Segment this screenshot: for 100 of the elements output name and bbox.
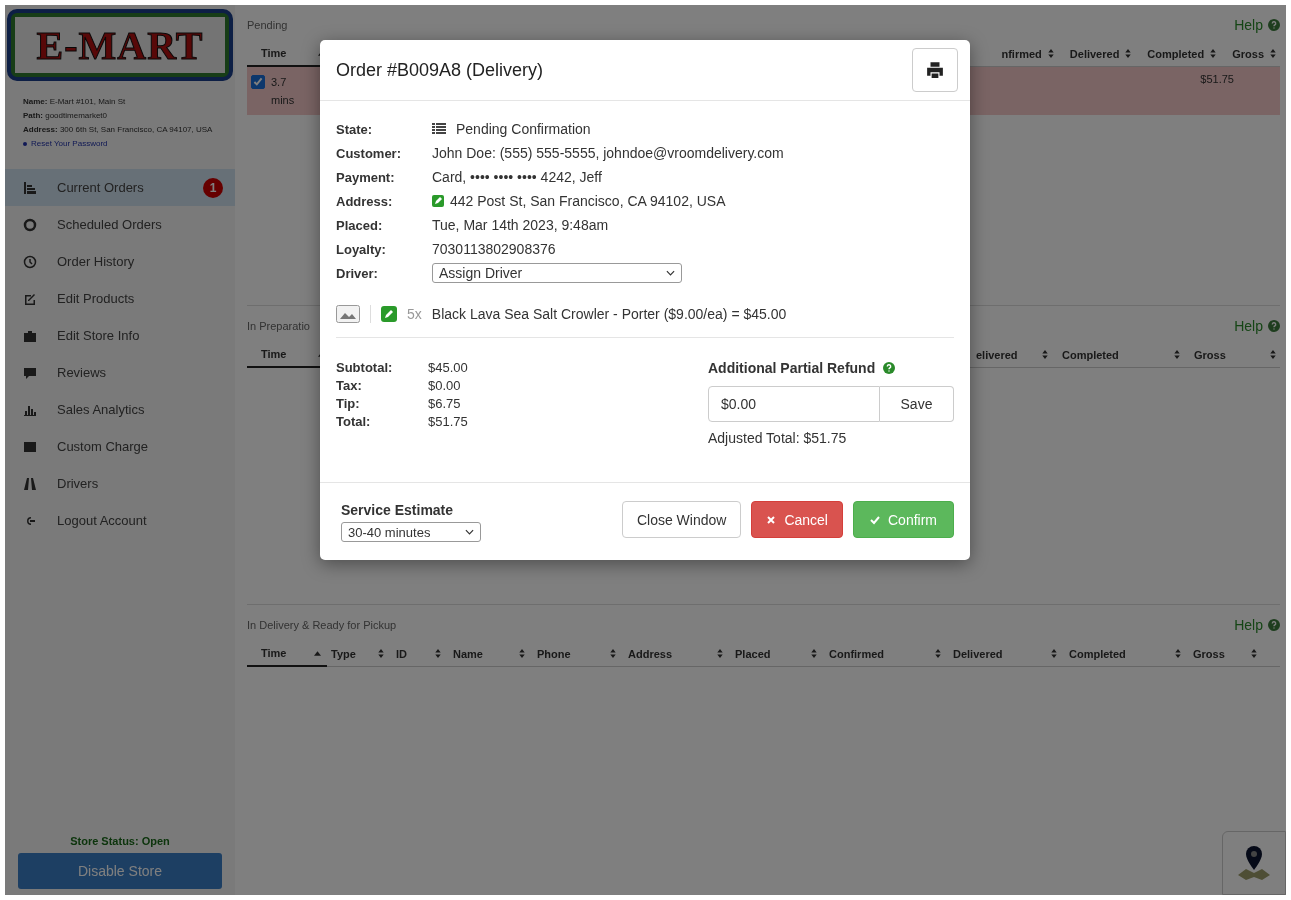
briefcase-icon [23, 328, 37, 343]
total-value: $6.75 [428, 396, 462, 411]
column-header[interactable]: Placed [735, 639, 825, 666]
sidebar-item[interactable]: Edit Store Info [5, 317, 235, 354]
table-cell-text: 3.7 mins [271, 75, 296, 108]
comment-icon [23, 365, 37, 380]
edit-icon[interactable] [432, 195, 444, 207]
caret-icon [465, 529, 474, 535]
field-value: Pending Confirmation [456, 121, 591, 137]
total-label: Subtotal: [336, 360, 394, 375]
sidebar-item[interactable]: Drivers [5, 465, 235, 502]
total-label: Tip: [336, 396, 361, 411]
store-info-text: Path: goodtimemarket0 [23, 110, 109, 122]
field-value: 442 Post St, San Francisco, CA 94102, USA [450, 193, 726, 209]
total-value: $0.00 [428, 378, 462, 393]
sort-icon [435, 649, 441, 658]
sort-icon [811, 649, 817, 658]
store-info-text: Address: 300 6th St, San Francisco, CA 94107, USA [23, 124, 214, 136]
help-icon[interactable] [883, 362, 896, 374]
column-header[interactable]: ID [396, 639, 449, 666]
edit-icon [23, 291, 37, 306]
driver-select[interactable]: Assign Driver [432, 263, 682, 283]
sidebar-item[interactable]: Logout Account [5, 502, 235, 539]
service-estimate-select[interactable]: 30-40 minutes [341, 522, 481, 542]
field-label: Payment: [336, 169, 396, 185]
image-icon [336, 305, 360, 323]
sidebar-item[interactable]: Edit Products [5, 280, 235, 317]
column-header[interactable]: Gross [1232, 39, 1280, 66]
column-header[interactable]: Delivered [953, 639, 1065, 666]
field-label: Driver: [336, 265, 379, 281]
count-badge: 1 [203, 177, 223, 198]
checkbox[interactable] [251, 75, 265, 89]
column-header[interactable]: Phone [537, 639, 624, 666]
sort-icon [717, 649, 723, 658]
store-info-text: Name: E-Mart #101, Main St [23, 96, 127, 108]
circle-icon [23, 217, 37, 232]
field-value: Card, •••• •••• •••• 4242, Jeff [432, 169, 602, 185]
field-value: John Doe: (555) 555-5555, johndoe@vroomdelivery.com [432, 145, 784, 161]
field-value: Tue, Mar 14th 2023, 9:48am [432, 217, 609, 233]
sort-icon [1174, 350, 1180, 359]
sort-icon [935, 649, 941, 658]
help-link[interactable]: Help [1234, 318, 1280, 334]
help-icon [1268, 19, 1280, 31]
edit-icon[interactable] [381, 306, 397, 322]
total-label: Tax: [336, 378, 363, 393]
service-estimate-label: Service Estimate [341, 502, 455, 518]
road-icon [23, 476, 37, 491]
close-button[interactable]: Close Window [621, 501, 742, 538]
column-header[interactable]: Confirmed [829, 639, 949, 666]
card-icon [23, 439, 37, 454]
save-button[interactable]: Save [880, 386, 954, 422]
dialog-title: Order #B009A8 (Delivery) [336, 59, 544, 81]
reset-password-link[interactable]: Reset Your Password [23, 137, 217, 151]
total-value: $51.75 [428, 414, 468, 429]
section-title: In Delivery & Ready for Pickup [247, 619, 397, 631]
sidebar-item[interactable]: Order History [5, 243, 235, 280]
column-header[interactable]: Type [331, 639, 392, 666]
column-header[interactable]: Completed [1069, 639, 1189, 666]
sort-icon [1210, 49, 1217, 58]
confirm-button[interactable]: Confirm [853, 501, 954, 538]
sidebar-item[interactable]: Sales Analytics [5, 391, 235, 428]
list-icon [432, 123, 446, 135]
item-description: Black Lava Sea Salt Crowler - Porter ($9.00/ea) = $45.00 [431, 306, 787, 322]
help-link[interactable]: Help [1234, 17, 1280, 33]
logo: E-MART [7, 9, 233, 81]
column-header[interactable]: Address [628, 639, 731, 666]
column-header[interactable]: Name [453, 639, 533, 666]
list-icon [23, 180, 37, 195]
section-title: In Preparatio [247, 320, 310, 332]
column-header[interactable]: Completed [1052, 340, 1184, 367]
sort-icon [1051, 649, 1057, 658]
sort-icon [1125, 49, 1132, 58]
field-label: Customer: [336, 145, 402, 161]
sort-icon [1042, 350, 1048, 359]
sidebar-item[interactable]: Reviews [5, 354, 235, 391]
column-header[interactable]: Delivered [1069, 39, 1136, 66]
column-header[interactable]: elivered [976, 340, 1052, 367]
close-icon [766, 514, 777, 525]
column-header[interactable]: Gross [1184, 340, 1280, 367]
total-value: $45.00 [428, 360, 468, 375]
column-header[interactable]: Completed [1147, 39, 1221, 66]
map-button[interactable] [1222, 831, 1286, 895]
sidebar-item[interactable]: Current Orders 1 [5, 169, 235, 206]
column-header[interactable]: nfirmed [1001, 39, 1058, 66]
field-label: Address: [336, 193, 394, 209]
help-link[interactable]: Help [1234, 617, 1280, 633]
column-header[interactable]: Gross [1193, 639, 1265, 666]
adjusted-total: Adjusted Total: $51.75 [708, 430, 848, 446]
disable-store-button[interactable]: Disable Store [18, 853, 222, 889]
sort-icon [1251, 649, 1257, 658]
refund-input[interactable]: $0.00 [708, 386, 880, 422]
help-icon [1268, 619, 1280, 631]
column-header[interactable]: Time [247, 639, 327, 667]
sidebar-item[interactable]: Custom Charge [5, 428, 235, 465]
sidebar-item[interactable]: Scheduled Orders [5, 206, 235, 243]
print-button[interactable] [912, 48, 958, 92]
section-title: Pending [247, 19, 288, 31]
field-label: Placed: [336, 217, 384, 233]
sort-icon [1175, 649, 1181, 658]
cancel-button[interactable]: Cancel [751, 501, 843, 538]
